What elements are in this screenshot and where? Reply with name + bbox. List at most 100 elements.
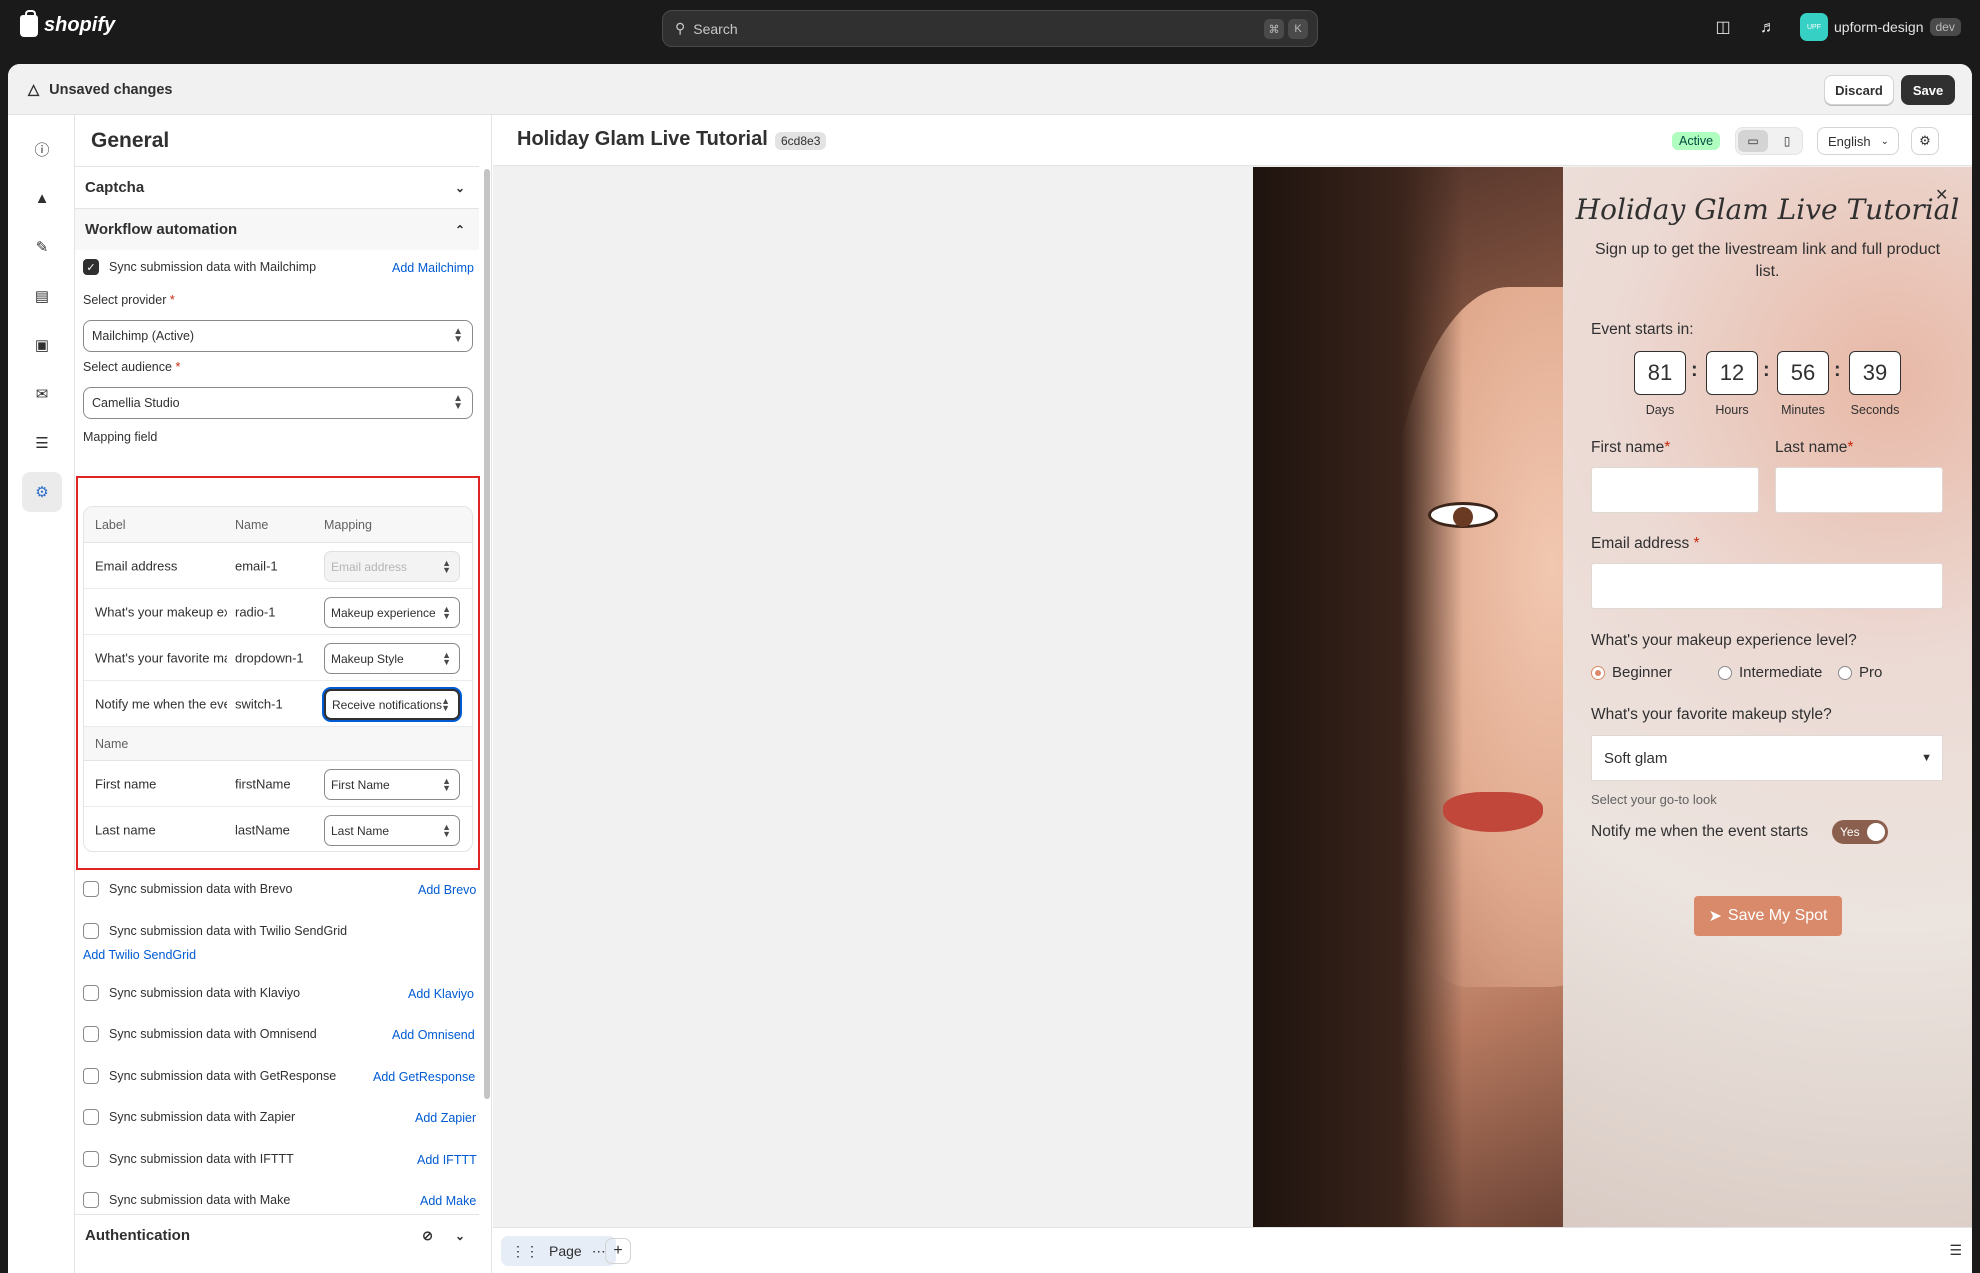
receipt-icon[interactable]: ▣ (22, 325, 62, 365)
sendgrid-checkbox[interactable] (83, 923, 99, 939)
shopify-logo[interactable]: shopify (20, 9, 115, 37)
add-page-button[interactable]: + (605, 1238, 631, 1264)
mobile-icon[interactable]: ▯ (1772, 130, 1802, 152)
klaviyo-checkbox[interactable] (83, 985, 99, 1001)
add-brevo-link[interactable]: Add Brevo (418, 883, 476, 897)
getresponse-checkbox[interactable] (83, 1068, 99, 1084)
warning-icon: △ (28, 82, 40, 98)
mailchimp-checkbox[interactable]: ✓ (83, 259, 99, 275)
brush-icon[interactable]: ✎ (22, 227, 62, 267)
audience-value: Camellia Studio (92, 396, 180, 410)
add-mailchimp-link[interactable]: Add Mailchimp (392, 261, 474, 275)
group-label: Name (95, 736, 129, 751)
header-name: Name (235, 517, 269, 532)
radio-label: Intermediate (1739, 664, 1823, 681)
drag-handle-icon[interactable]: ⋮⋮ (511, 1243, 539, 1260)
model-photo (1253, 167, 1663, 1227)
make-checkbox[interactable] (83, 1192, 99, 1208)
table-row: Notify me when the event starts switch-1… (84, 681, 472, 727)
row-name: firstName (235, 776, 291, 791)
workflow-section[interactable]: Workflow automation ⌃ (75, 208, 479, 250)
form-icon[interactable]: ▤ (22, 276, 62, 316)
add-klaviyo-link[interactable]: Add Klaviyo (408, 987, 474, 1001)
authentication-section[interactable]: Authentication ⊘ ⌄ (75, 1214, 479, 1256)
add-ifttt-link[interactable]: Add IFTTT (417, 1153, 477, 1167)
authentication-label: Authentication (85, 1227, 190, 1244)
send-icon: ➤ (1708, 908, 1722, 925)
store-switcher[interactable]: UPF upform-design dev (1800, 13, 1961, 41)
add-sendgrid-link[interactable]: Add Twilio SendGrid (83, 948, 196, 962)
table-row: Last name lastName Last Name ▲ ▼ (84, 807, 472, 851)
add-omnisend-link[interactable]: Add Omnisend (392, 1028, 475, 1042)
megaphone-icon[interactable]: ▲ (22, 178, 62, 218)
eye-off-icon[interactable]: ⊘ (422, 1228, 433, 1244)
panel-scrollbar[interactable] (484, 169, 490, 1099)
desktop-icon[interactable]: ▭ (1738, 130, 1768, 152)
seconds-label: Seconds (1850, 403, 1900, 417)
mapping-select[interactable]: First Name ▲ ▼ (324, 769, 460, 800)
mailchimp-label: Sync submission data with Mailchimp (109, 260, 317, 274)
form-preview: Holiday Glam Live Tutorial 6cd8e3 Active… (493, 115, 1972, 1273)
add-getresponse-link[interactable]: Add GetResponse (373, 1070, 475, 1084)
radio-dot (1838, 665, 1852, 680)
add-zapier-link[interactable]: Add Zapier (415, 1111, 476, 1125)
brevo-checkbox[interactable] (83, 881, 99, 897)
popup-title: Holiday Glam Live Tutorial (1575, 193, 1960, 226)
last-name-input[interactable] (1775, 467, 1943, 513)
discard-button[interactable]: Discard (1824, 75, 1894, 105)
info-icon[interactable]: ⓘ (22, 129, 62, 169)
settings-icon[interactable]: ⚙ (22, 472, 62, 512)
mailchimp-sync-row: ✓ Sync submission data with Mailchimp (83, 259, 316, 275)
form-body: ✕ Holiday Glam Live Tutorial Sign up to … (1563, 167, 1972, 1227)
last-name-label: Last name* (1775, 439, 1854, 456)
save-button[interactable]: Save (1901, 75, 1955, 105)
audience-select[interactable]: Camellia Studio ▲ ▼ (83, 387, 473, 419)
bell-icon[interactable]: ♬ (1758, 18, 1778, 38)
notify-toggle[interactable]: Yes (1832, 820, 1888, 844)
make-label: Sync submission data with Make (109, 1193, 291, 1207)
chevron-down-icon: ⌄ (454, 180, 465, 195)
mapping-select[interactable]: Makeup experience ▲ ▼ (324, 597, 460, 628)
provider-value: Mailchimp (Active) (92, 329, 195, 343)
submit-label: Save My Spot (1727, 907, 1828, 924)
add-make-link[interactable]: Add Make (420, 1194, 476, 1208)
mapping-select[interactable]: Last Name ▲ ▼ (324, 815, 460, 846)
omnisend-checkbox[interactable] (83, 1026, 99, 1042)
email-input[interactable] (1591, 563, 1943, 609)
submit-button[interactable]: ➤ Save My Spot (1694, 896, 1842, 936)
unsaved-changes-bar: △ Unsaved changes Discard Save (8, 64, 1972, 115)
mapping-select[interactable]: Makeup Style ▲ ▼ (324, 643, 460, 674)
row-name: lastName (235, 822, 290, 837)
preview-settings-icon[interactable]: ⚙ (1911, 127, 1939, 155)
sliders-icon[interactable]: ☰ (1949, 1242, 1962, 1259)
zapier-checkbox[interactable] (83, 1109, 99, 1125)
style-dropdown[interactable]: Soft glam ▼ (1591, 735, 1943, 781)
radio-beginner[interactable]: Beginner (1591, 664, 1672, 681)
first-name-input[interactable] (1591, 467, 1759, 513)
mail-icon[interactable]: ✉ (22, 374, 62, 414)
page-tab[interactable]: ⋮⋮ Page ⋯ (501, 1236, 616, 1266)
language-select[interactable]: English ⌄ (1817, 127, 1899, 155)
radio-intermediate[interactable]: Intermediate (1718, 664, 1822, 681)
more-icon[interactable]: ⋯ (592, 1243, 606, 1260)
row-name: dropdown-1 (235, 650, 304, 665)
provider-label: Select provider * (83, 293, 175, 307)
provider-select[interactable]: Mailchimp (Active) ▲ ▼ (83, 320, 473, 352)
mapping-select[interactable]: Receive notifications ▲ ▼ (324, 689, 460, 720)
captcha-section[interactable]: Captcha ⌄ (75, 166, 479, 208)
minutes-label: Minutes (1781, 403, 1825, 417)
global-search[interactable]: ⚲ Search ⌘ K (662, 10, 1318, 47)
filter-icon[interactable]: ☰ (22, 423, 62, 463)
photo-lips (1443, 792, 1543, 832)
ifttt-checkbox[interactable] (83, 1151, 99, 1167)
inbox-icon[interactable]: ◫ (1713, 18, 1733, 38)
table-row: What's your makeup experience level? rad… (84, 589, 472, 635)
style-helper: Select your go-to look (1591, 792, 1717, 807)
table-row: First name firstName First Name ▲ ▼ (84, 761, 472, 807)
general-settings-panel: General Captcha ⌄ Workflow automation ⌃ … (75, 115, 492, 1273)
countdown-colon: : (1691, 359, 1698, 381)
chevron-down-icon: ⌄ (1880, 135, 1889, 147)
radio-pro[interactable]: Pro (1838, 664, 1882, 681)
preview-footer: ⋮⋮ Page ⋯ + ☰ (493, 1227, 1972, 1273)
popup-subtitle: Sign up to get the livestream link and f… (1594, 241, 1941, 280)
